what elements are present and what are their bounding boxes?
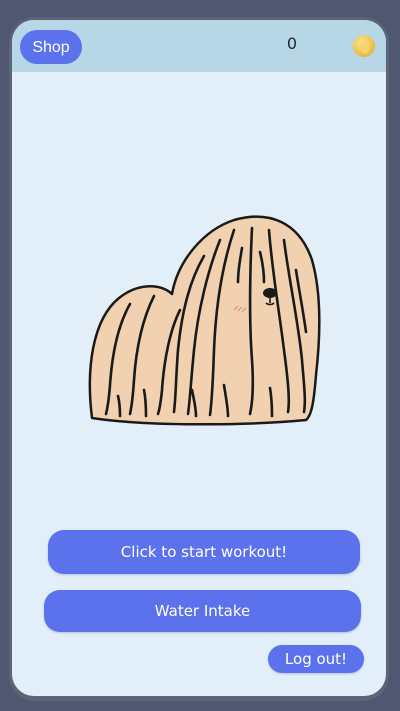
logout-button[interactable]: Log out! [268,645,364,673]
shop-button[interactable]: Shop [20,30,82,64]
coin-count: 0 [286,34,298,53]
dog-illustration [88,215,321,426]
app-screen: Shop 0 Click to start workout! Water Int… [12,20,386,696]
start-workout-button[interactable]: Click to start workout! [48,530,360,574]
water-intake-button[interactable]: Water Intake [44,590,361,632]
device-frame: Shop 0 Click to start workout! Water Int… [9,17,389,701]
top-bar: Shop 0 [12,20,386,72]
coin-icon [353,35,375,57]
